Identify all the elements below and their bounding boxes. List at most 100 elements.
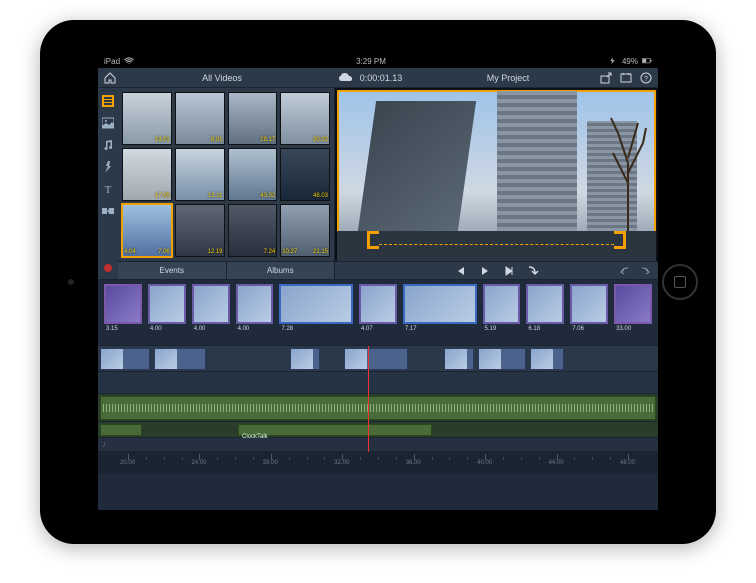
ipad-frame: iPad 3:29 PM 49% All Videos 0: [40, 20, 716, 544]
timeline-video-clip[interactable]: [100, 348, 150, 370]
home-icon[interactable]: [102, 70, 118, 86]
storyboard-clip[interactable]: 7.17: [403, 284, 477, 324]
timeline-video-clip[interactable]: [530, 348, 564, 370]
audio-track-2[interactable]: ClockTalk: [98, 422, 658, 438]
clip-duration: 12.19: [207, 249, 222, 255]
storyboard-clip-duration: 4.07: [361, 326, 373, 332]
clip-duration: 21.15: [313, 249, 328, 255]
viewer-canvas[interactable]: [337, 90, 656, 261]
export-icon[interactable]: [598, 70, 614, 86]
playhead[interactable]: [368, 346, 369, 452]
ipad-home-button[interactable]: [662, 264, 698, 300]
timeline[interactable]: ClockTalk ♪ 20.0024.0028.0032.0036.0040.…: [98, 346, 658, 474]
play-icon[interactable]: [478, 264, 492, 278]
ruler-minor-tick: [307, 457, 308, 460]
help-icon[interactable]: ?: [638, 70, 654, 86]
bin-clip[interactable]: 17.05: [122, 148, 172, 201]
svg-text:T: T: [105, 184, 112, 195]
bin-clip[interactable]: 21.15 10.27: [280, 204, 330, 257]
redo-icon[interactable]: [638, 264, 652, 278]
video-track-2[interactable]: [98, 372, 658, 394]
tab-albums[interactable]: Albums: [227, 262, 335, 279]
bin-clip[interactable]: 13.11: [175, 148, 225, 201]
storyboard-clip[interactable]: 3.15: [104, 284, 142, 324]
ruler-minor-tick: [378, 457, 379, 460]
music-track-icon: ♪: [102, 440, 112, 450]
render-cloud-icon[interactable]: [338, 70, 354, 86]
timecode-display: 0:00:01.13: [360, 73, 403, 83]
storyboard-clip[interactable]: 4.00: [236, 284, 274, 324]
ruler-label: 40.00: [477, 460, 492, 466]
bin-clip[interactable]: 28.17: [228, 92, 278, 145]
clip-duration: 17.05: [155, 193, 170, 199]
timeline-audio-clip[interactable]: [100, 424, 142, 436]
music-track[interactable]: ♪: [98, 438, 658, 452]
project-title: My Project: [487, 73, 530, 83]
tab-events[interactable]: Events: [118, 262, 227, 279]
timeline-audio-clip[interactable]: [100, 396, 656, 420]
settings-icon[interactable]: [618, 70, 634, 86]
ruler-label: 28.00: [263, 460, 278, 466]
ruler-minor-tick: [253, 457, 254, 460]
transition-bin-icon[interactable]: [101, 204, 115, 218]
bin-clip[interactable]: 13.01: [122, 92, 172, 145]
storyboard-clip[interactable]: 4.07: [359, 284, 397, 324]
step-forward-icon[interactable]: [502, 264, 516, 278]
storyboard-clip[interactable]: 7.28: [279, 284, 353, 324]
storyboard-clip[interactable]: 33.00: [614, 284, 652, 324]
undo-icon[interactable]: [618, 264, 632, 278]
storyboard-clip[interactable]: 4.00: [148, 284, 186, 324]
bolt-icon: [608, 57, 618, 65]
step-back-icon[interactable]: [454, 264, 468, 278]
photo-bin-icon[interactable]: [101, 116, 115, 130]
ruler-minor-tick: [164, 457, 165, 460]
bin-clip[interactable]: 48.03: [280, 148, 330, 201]
bin-clip[interactable]: 7.064.04: [122, 204, 172, 257]
record-icon[interactable]: [101, 261, 115, 275]
timeline-video-clip[interactable]: [290, 348, 320, 370]
insert-icon[interactable]: [526, 264, 540, 278]
bin-clip[interactable]: 30.02: [280, 92, 330, 145]
ruler-minor-tick: [539, 457, 540, 460]
ruler-minor-tick: [396, 457, 397, 460]
ruler-minor-tick: [324, 457, 325, 460]
title-bin-icon[interactable]: T: [101, 182, 115, 196]
storyboard-clip-duration: 4.00: [238, 326, 250, 332]
ruler-minor-tick: [360, 457, 361, 460]
video-track-1[interactable]: [98, 346, 658, 372]
fx-bin-icon[interactable]: [101, 160, 115, 174]
ruler-minor-tick: [432, 457, 433, 460]
ipad-camera: [68, 279, 74, 285]
storyboard-clip[interactable]: 4.00: [192, 284, 230, 324]
trim-bar[interactable]: [367, 231, 626, 249]
storyboard-clip[interactable]: 5.19: [483, 284, 521, 324]
bin-clip[interactable]: 43.02: [228, 148, 278, 201]
timeline-video-clip[interactable]: [478, 348, 526, 370]
trim-handle-out[interactable]: [614, 231, 626, 249]
music-bin-icon[interactable]: [101, 138, 115, 152]
bin-title: All Videos: [202, 73, 242, 83]
ruler-label: 36.00: [406, 460, 421, 466]
clip-duration: 8.01: [211, 137, 223, 143]
timeline-video-clip[interactable]: [444, 348, 474, 370]
viewer-content: [358, 101, 476, 231]
time-ruler[interactable]: 20.0024.0028.0032.0036.0040.0044.0048.00: [98, 452, 658, 474]
ruler-label: 32.00: [334, 460, 349, 466]
storyboard-clip[interactable]: 6.18: [526, 284, 564, 324]
ruler-minor-tick: [449, 457, 450, 460]
clip-duration: 43.02: [260, 193, 275, 199]
bin-clip[interactable]: 7.24: [228, 204, 278, 257]
video-bin-icon[interactable]: [101, 94, 115, 108]
storyboard[interactable]: 3.154.004.004.007.284.077.175.196.187.06…: [98, 280, 658, 346]
clip-in-point: 10.27: [282, 249, 297, 255]
clip-bin: 13.018.0128.1730.0217.0513.1143.0248.037…: [118, 88, 334, 279]
ios-statusbar: iPad 3:29 PM 49%: [98, 54, 658, 68]
trim-handle-in[interactable]: [367, 231, 379, 249]
timeline-video-clip[interactable]: [344, 348, 408, 370]
storyboard-clip[interactable]: 7.06: [570, 284, 608, 324]
timeline-video-clip[interactable]: [154, 348, 206, 370]
timeline-audio-clip[interactable]: ClockTalk: [238, 424, 432, 436]
audio-track-1[interactable]: [98, 394, 658, 422]
bin-clip[interactable]: 8.01: [175, 92, 225, 145]
bin-clip[interactable]: 12.19: [175, 204, 225, 257]
